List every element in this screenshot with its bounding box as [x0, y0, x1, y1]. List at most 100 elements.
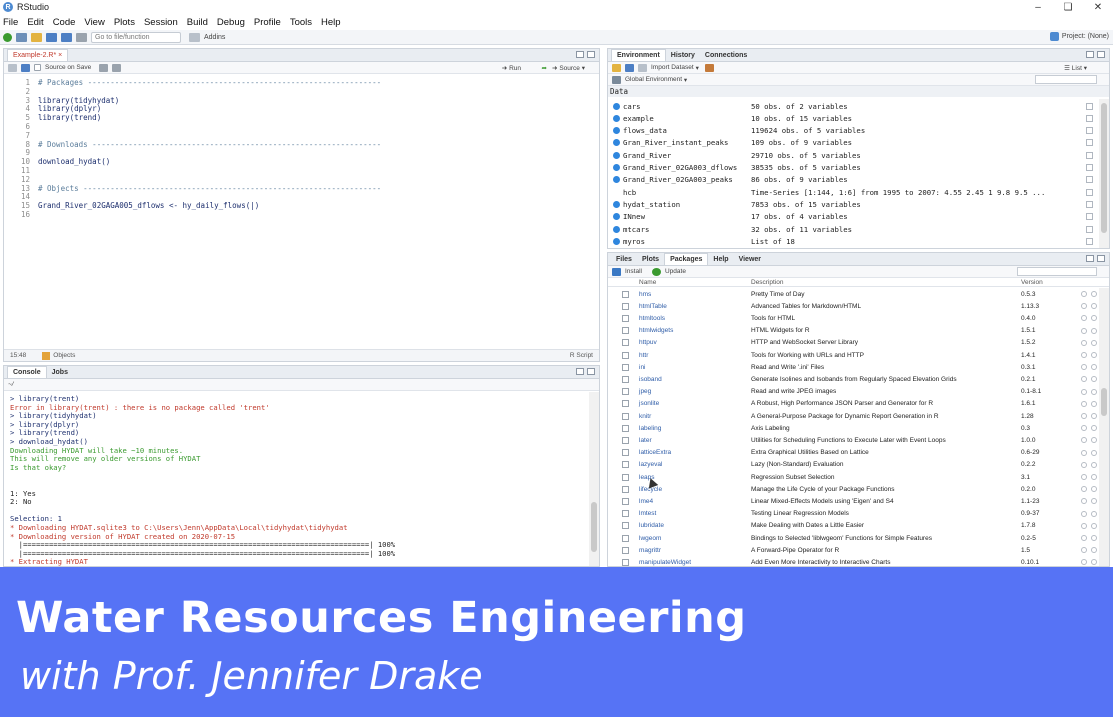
working-directory[interactable]: ~/: [8, 381, 14, 388]
back-arrow-icon[interactable]: [8, 63, 17, 72]
package-load-checkbox[interactable]: [622, 327, 629, 335]
remove-package-icon[interactable]: [1091, 339, 1097, 346]
tab-history[interactable]: History: [666, 49, 700, 61]
console-output[interactable]: > library(trent) Error in library(trent) …: [4, 392, 589, 566]
remove-package-icon[interactable]: [1091, 315, 1097, 322]
package-website-icon[interactable]: [1081, 437, 1087, 444]
code-line[interactable]: library(trend): [38, 113, 101, 122]
package-name[interactable]: later: [639, 437, 751, 444]
new-file-icon[interactable]: [3, 32, 12, 42]
code-line[interactable]: library(tidyhydat): [38, 96, 119, 105]
environment-row[interactable]: flows_data 119624 obs. of 5 variables: [608, 125, 1095, 137]
grid-layout-icon[interactable]: [189, 32, 200, 42]
menu-help[interactable]: Help: [321, 17, 341, 28]
save-all-icon[interactable]: [61, 32, 72, 42]
rerun-icon[interactable]: ➦: [542, 64, 547, 72]
tab-jobs[interactable]: Jobs: [47, 366, 73, 378]
package-load-checkbox[interactable]: [622, 424, 629, 432]
tab-packages[interactable]: Packages: [664, 253, 709, 265]
load-workspace-icon[interactable]: [612, 63, 621, 72]
environment-row[interactable]: Grand_River 29710 obs. of 5 variables: [608, 149, 1095, 161]
package-load-checkbox[interactable]: [622, 375, 629, 383]
remove-package-icon[interactable]: [1091, 474, 1097, 480]
view-data-icon[interactable]: [1086, 176, 1093, 184]
package-name[interactable]: manipulateWidget: [639, 559, 751, 566]
package-name[interactable]: isoband: [639, 376, 751, 383]
package-load-checkbox[interactable]: [622, 534, 629, 542]
remove-package-icon[interactable]: [1091, 327, 1097, 334]
package-website-icon[interactable]: [1081, 486, 1087, 493]
list-view-menu[interactable]: ☰ List ▾: [1064, 64, 1087, 72]
package-name[interactable]: lme4: [639, 498, 751, 505]
package-load-checkbox[interactable]: [622, 546, 629, 554]
menu-tools[interactable]: Tools: [290, 17, 312, 28]
console-scrollbar[interactable]: [589, 392, 599, 566]
package-load-checkbox[interactable]: [622, 302, 629, 310]
expand-data-icon[interactable]: [613, 213, 620, 221]
package-load-checkbox[interactable]: [622, 314, 629, 322]
view-data-icon[interactable]: [1086, 237, 1093, 245]
package-load-checkbox[interactable]: [622, 363, 629, 371]
environment-row[interactable]: mtcars 32 obs. of 11 variables: [608, 223, 1095, 235]
package-website-icon[interactable]: [1081, 303, 1087, 310]
search-icon[interactable]: [99, 63, 109, 72]
expand-data-icon[interactable]: [613, 225, 620, 233]
package-website-icon[interactable]: [1081, 498, 1087, 505]
package-website-icon[interactable]: [1081, 474, 1087, 480]
package-website-icon[interactable]: [1081, 522, 1087, 529]
editor-window-controls[interactable]: [576, 51, 595, 58]
goto-file-input[interactable]: Go to file/function: [91, 31, 181, 43]
package-name[interactable]: lifecycle: [639, 486, 751, 493]
package-website-icon[interactable]: [1081, 339, 1087, 346]
package-load-checkbox[interactable]: [622, 436, 629, 444]
view-data-icon[interactable]: [1086, 200, 1093, 208]
close-icon[interactable]: ✕: [1083, 0, 1113, 14]
code-line[interactable]: # Objects ------------------------------…: [38, 184, 381, 193]
packages-window-controls[interactable]: [1086, 255, 1105, 262]
package-name[interactable]: labeling: [639, 425, 751, 432]
view-data-icon[interactable]: [1086, 188, 1093, 196]
package-name[interactable]: ini: [639, 364, 751, 371]
environment-row[interactable]: Grand_River_02GA003_dflows 38535 obs. of …: [608, 162, 1095, 174]
minimize-icon[interactable]: –: [1023, 0, 1053, 14]
package-website-icon[interactable]: [1081, 388, 1087, 395]
package-website-icon[interactable]: [1081, 327, 1087, 334]
environment-row[interactable]: Grand_River_02GA003_peaks 86 obs. of 9 va…: [608, 174, 1095, 186]
package-website-icon[interactable]: [1081, 425, 1087, 432]
menu-session[interactable]: Session: [144, 17, 178, 28]
tab-environment[interactable]: Environment: [611, 49, 666, 61]
menu-debug[interactable]: Debug: [217, 17, 245, 28]
expand-data-icon[interactable]: [613, 139, 620, 147]
environment-row[interactable]: Gran_River_instant_peaks 109 obs. of 9 va…: [608, 137, 1095, 149]
package-load-checkbox[interactable]: [622, 473, 629, 481]
package-name[interactable]: knitr: [639, 413, 751, 420]
package-name[interactable]: lwgeom: [639, 535, 751, 542]
remove-package-icon[interactable]: [1091, 376, 1097, 383]
tab-connections[interactable]: Connections: [700, 49, 752, 61]
save-file-icon[interactable]: [21, 63, 30, 72]
package-website-icon[interactable]: [1081, 461, 1087, 468]
package-website-icon[interactable]: [1081, 510, 1087, 517]
view-data-icon[interactable]: [1086, 114, 1093, 122]
remove-package-icon[interactable]: [1091, 498, 1097, 505]
expand-data-icon[interactable]: [613, 237, 620, 245]
console-window-controls[interactable]: [576, 368, 595, 375]
package-load-checkbox[interactable]: [622, 522, 629, 530]
source-on-save-checkbox[interactable]: [34, 64, 41, 71]
package-name[interactable]: hms: [639, 291, 751, 298]
view-data-icon[interactable]: [1086, 139, 1093, 147]
open-file-icon[interactable]: [31, 32, 42, 42]
save-workspace-icon[interactable]: [625, 63, 634, 72]
package-website-icon[interactable]: [1081, 376, 1087, 383]
environment-scrollbar[interactable]: [1099, 99, 1109, 248]
project-menu[interactable]: Project: (None): [1049, 32, 1109, 41]
package-website-icon[interactable]: [1081, 449, 1087, 456]
header-version[interactable]: Version: [1021, 279, 1081, 286]
package-load-checkbox[interactable]: [622, 290, 629, 298]
addins-menu[interactable]: Addins: [204, 34, 225, 41]
remove-package-icon[interactable]: [1091, 425, 1097, 432]
remove-package-icon[interactable]: [1091, 400, 1097, 407]
tab-help[interactable]: Help: [708, 253, 733, 265]
package-website-icon[interactable]: [1081, 352, 1087, 358]
header-name[interactable]: Name: [639, 279, 751, 286]
